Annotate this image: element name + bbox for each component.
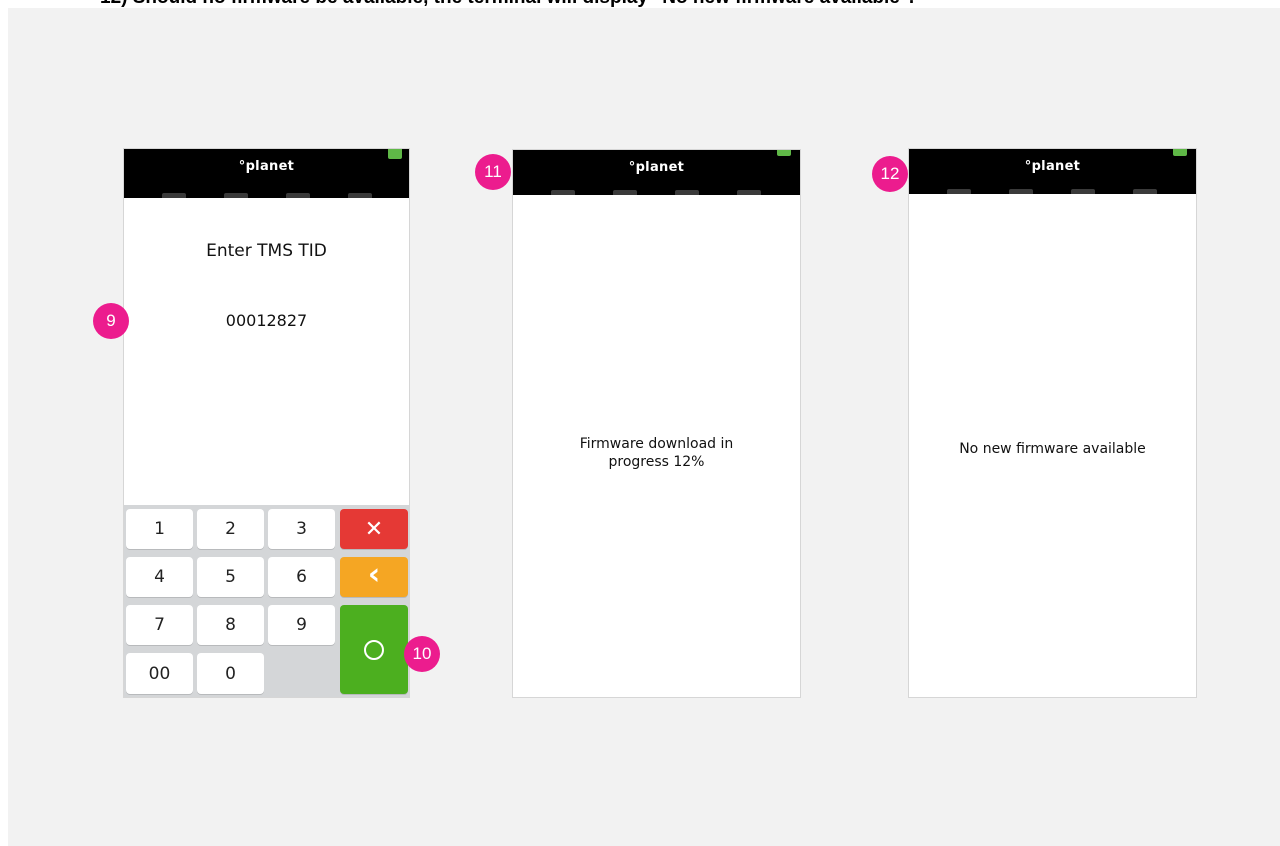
terminal-screen-no-firmware: °planet No new firmware available	[908, 148, 1197, 698]
step-badge-10: 10	[404, 636, 440, 672]
status-tab	[947, 189, 971, 194]
status-tab	[675, 190, 699, 195]
step-badge-11: 11	[475, 154, 511, 190]
key-00[interactable]: 00	[126, 653, 193, 694]
message-line: Firmware download in	[579, 436, 734, 452]
download-progress-message: Firmware download in progress 12%	[513, 435, 800, 471]
status-tab	[162, 193, 186, 198]
key-0[interactable]: 0	[197, 653, 264, 694]
status-tabs	[124, 193, 409, 198]
status-tabs	[513, 190, 800, 195]
status-tab	[1071, 189, 1095, 194]
page-title: Enter TMS TID	[206, 241, 327, 261]
key-4[interactable]: 4	[126, 557, 193, 597]
step-badge-12: 12	[872, 156, 908, 192]
numeric-keypad: 1 2 3 ✕ 4 5 6 ‹ 7 8 9 00 0	[124, 505, 409, 697]
status-tab	[1009, 189, 1033, 194]
planet-logo: °planet	[628, 160, 685, 175]
status-tab	[1133, 189, 1157, 194]
no-firmware-message: No new firmware available	[959, 441, 1146, 457]
status-tab	[737, 190, 761, 195]
battery-icon	[388, 149, 402, 159]
screenshot-panel: °planet Enter TMS TID 00012827 1 2 3 ✕ 4…	[8, 8, 1280, 846]
circle-icon	[364, 639, 384, 660]
key-6[interactable]: 6	[268, 557, 335, 597]
status-bar: °planet	[909, 149, 1196, 194]
status-tab	[286, 193, 310, 198]
planet-logo: °planet	[1024, 159, 1081, 174]
status-tab	[551, 190, 575, 195]
message-line: progress 12%	[608, 454, 705, 470]
status-bar: °planet	[124, 149, 409, 198]
key-7[interactable]: 7	[126, 605, 193, 645]
status-tab	[348, 193, 372, 198]
cancel-button[interactable]: ✕	[340, 509, 408, 549]
battery-icon	[1173, 149, 1187, 156]
ok-button[interactable]	[340, 605, 408, 694]
status-tabs	[909, 189, 1196, 194]
key-9[interactable]: 9	[268, 605, 335, 645]
terminal-screen-download: °planet Firmware download in progress 12…	[512, 149, 801, 698]
terminal-screen-tid: °planet Enter TMS TID 00012827 1 2 3 ✕ 4…	[123, 148, 410, 698]
key-1[interactable]: 1	[126, 509, 193, 549]
planet-logo: °planet	[238, 159, 295, 174]
status-tab	[613, 190, 637, 195]
chevron-left-icon: ‹	[367, 557, 381, 592]
status-tab	[224, 193, 248, 198]
key-8[interactable]: 8	[197, 605, 264, 645]
close-icon: ✕	[364, 516, 384, 542]
instruction-text: 12) Should no firmware be available, the…	[100, 0, 914, 8]
tid-value: 00012827	[225, 311, 308, 330]
key-2[interactable]: 2	[197, 509, 264, 549]
status-bar: °planet	[513, 150, 800, 195]
battery-icon	[777, 150, 791, 156]
key-3[interactable]: 3	[268, 509, 335, 549]
key-5[interactable]: 5	[197, 557, 264, 597]
back-button[interactable]: ‹	[340, 557, 408, 597]
step-badge-9: 9	[93, 303, 129, 339]
